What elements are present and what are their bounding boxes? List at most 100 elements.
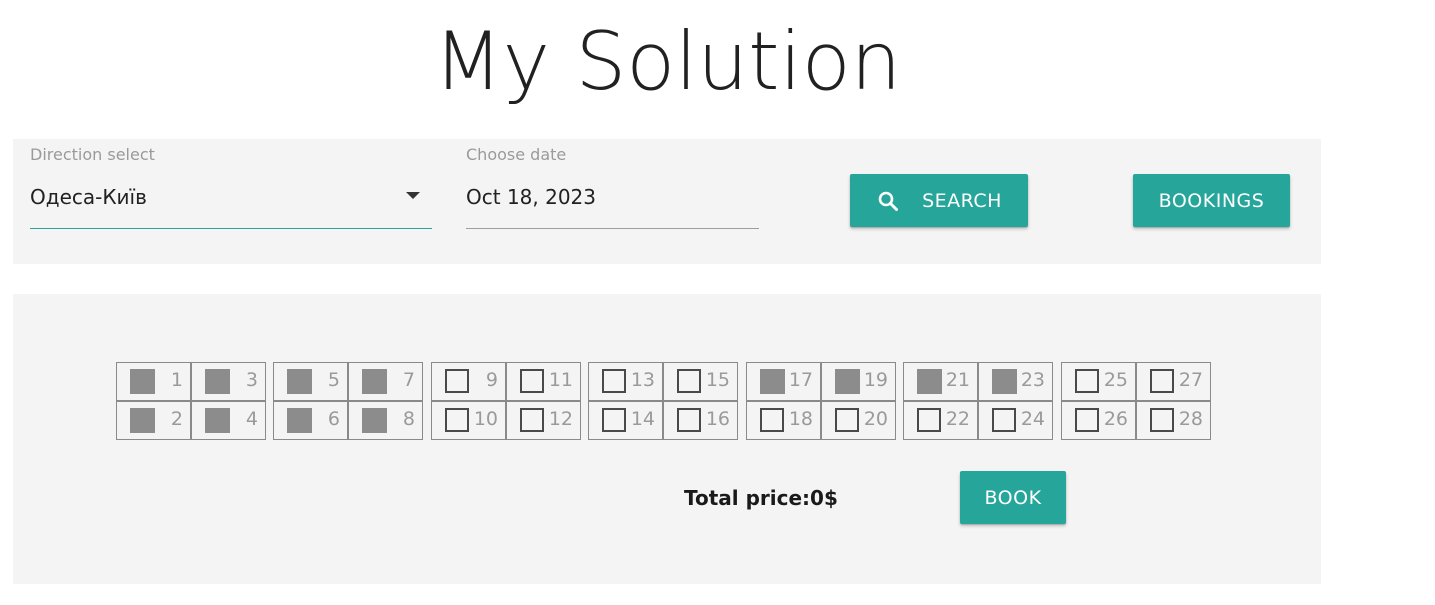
seat-checkbox[interactable] [992,408,1016,432]
date-input[interactable]: Oct 18, 2023 [466,175,759,229]
direction-label: Direction select [30,145,155,164]
seat-6[interactable]: 6 [273,401,348,440]
seat-number: 9 [485,369,498,391]
seat-checkbox[interactable] [445,369,469,393]
direction-select[interactable]: Одеса-Київ [30,175,432,229]
seat-number: 27 [1178,369,1203,391]
seat-1[interactable]: 1 [116,362,191,401]
seat-number: 24 [1020,408,1045,430]
seat-number: 17 [788,369,813,391]
seat-5[interactable]: 5 [273,362,348,401]
seat-24[interactable]: 24 [978,401,1053,440]
dropdown-arrow-icon[interactable] [406,192,420,199]
seat-checkbox[interactable] [677,369,701,393]
seat-checkbox[interactable] [917,408,941,432]
seat-checkbox[interactable] [520,369,544,393]
book-button-label: BOOK [984,486,1042,509]
seat-number: 26 [1103,408,1128,430]
seat-number: 1 [170,369,183,391]
seat-25[interactable]: 25 [1061,362,1136,401]
seat-8[interactable]: 8 [348,401,423,440]
seat-17[interactable]: 17 [746,362,821,401]
search-form: Direction select Одеса-Київ Choose date … [13,139,1321,264]
seat-3[interactable]: 3 [191,362,266,401]
seat-13[interactable]: 13 [588,362,663,401]
seat-28[interactable]: 28 [1136,401,1211,440]
seat-booked-indicator [205,369,230,394]
seat-number: 16 [705,408,730,430]
seat-number: 8 [402,408,415,430]
seat-booked-indicator [917,369,942,394]
seat-checkbox[interactable] [445,408,469,432]
seat-18[interactable]: 18 [746,401,821,440]
seat-11[interactable]: 11 [506,362,581,401]
seat-14[interactable]: 14 [588,401,663,440]
seat-checkbox[interactable] [760,408,784,432]
seat-10[interactable]: 10 [431,401,506,440]
total-price: Total price:0$ [684,486,838,510]
seat-number: 7 [402,369,415,391]
seat-checkbox[interactable] [1150,408,1174,432]
seat-16[interactable]: 16 [663,401,738,440]
seat-checkbox[interactable] [1075,369,1099,393]
search-icon [878,191,899,211]
seat-number: 21 [945,369,970,391]
seat-27[interactable]: 27 [1136,362,1211,401]
seat-number: 3 [245,369,258,391]
seat-12[interactable]: 12 [506,401,581,440]
seat-number: 6 [327,408,340,430]
seat-22[interactable]: 22 [903,401,978,440]
bookings-button[interactable]: BOOKINGS [1133,174,1290,227]
seat-checkbox[interactable] [835,408,859,432]
direction-value: Одеса-Київ [30,185,147,209]
seat-15[interactable]: 15 [663,362,738,401]
seat-20[interactable]: 20 [821,401,896,440]
search-button[interactable]: SEARCH [850,174,1028,227]
seat-number: 2 [170,408,183,430]
seat-checkbox[interactable] [602,408,626,432]
seat-number: 19 [863,369,888,391]
seat-number: 10 [473,408,498,430]
seat-number: 15 [705,369,730,391]
seat-number: 14 [630,408,655,430]
seat-booked-indicator [130,408,155,433]
page-title: My Solution [433,15,902,108]
seat-booked-indicator [760,369,785,394]
date-value: Oct 18, 2023 [466,185,596,209]
seat-number: 5 [327,369,340,391]
seat-number: 11 [548,369,573,391]
seat-4[interactable]: 4 [191,401,266,440]
seat-21[interactable]: 21 [903,362,978,401]
seat-number: 22 [945,408,970,430]
seat-booked-indicator [205,408,230,433]
seat-checkbox[interactable] [520,408,544,432]
seat-checkbox[interactable] [677,408,701,432]
seat-9[interactable]: 9 [431,362,506,401]
seat-number: 25 [1103,369,1128,391]
bookings-button-label: BOOKINGS [1158,189,1265,212]
seat-booked-indicator [287,369,312,394]
seat-2[interactable]: 2 [116,401,191,440]
seat-26[interactable]: 26 [1061,401,1136,440]
seat-number: 20 [863,408,888,430]
seat-checkbox[interactable] [1075,408,1099,432]
date-label: Choose date [466,145,567,164]
seat-number: 12 [548,408,573,430]
seat-19[interactable]: 19 [821,362,896,401]
search-button-label: SEARCH [922,189,1002,212]
seat-booked-indicator [287,408,312,433]
seat-number: 18 [788,408,813,430]
seat-checkbox[interactable] [1150,369,1174,393]
seat-23[interactable]: 23 [978,362,1053,401]
seat-number: 4 [245,408,258,430]
seat-number: 28 [1178,408,1203,430]
seat-booked-indicator [362,369,387,394]
seat-checkbox[interactable] [602,369,626,393]
seat-booked-indicator [835,369,860,394]
seat-number: 23 [1020,369,1045,391]
seat-number: 13 [630,369,655,391]
seat-7[interactable]: 7 [348,362,423,401]
book-button[interactable]: BOOK [960,471,1066,524]
seat-booked-indicator [362,408,387,433]
seat-booked-indicator [992,369,1017,394]
